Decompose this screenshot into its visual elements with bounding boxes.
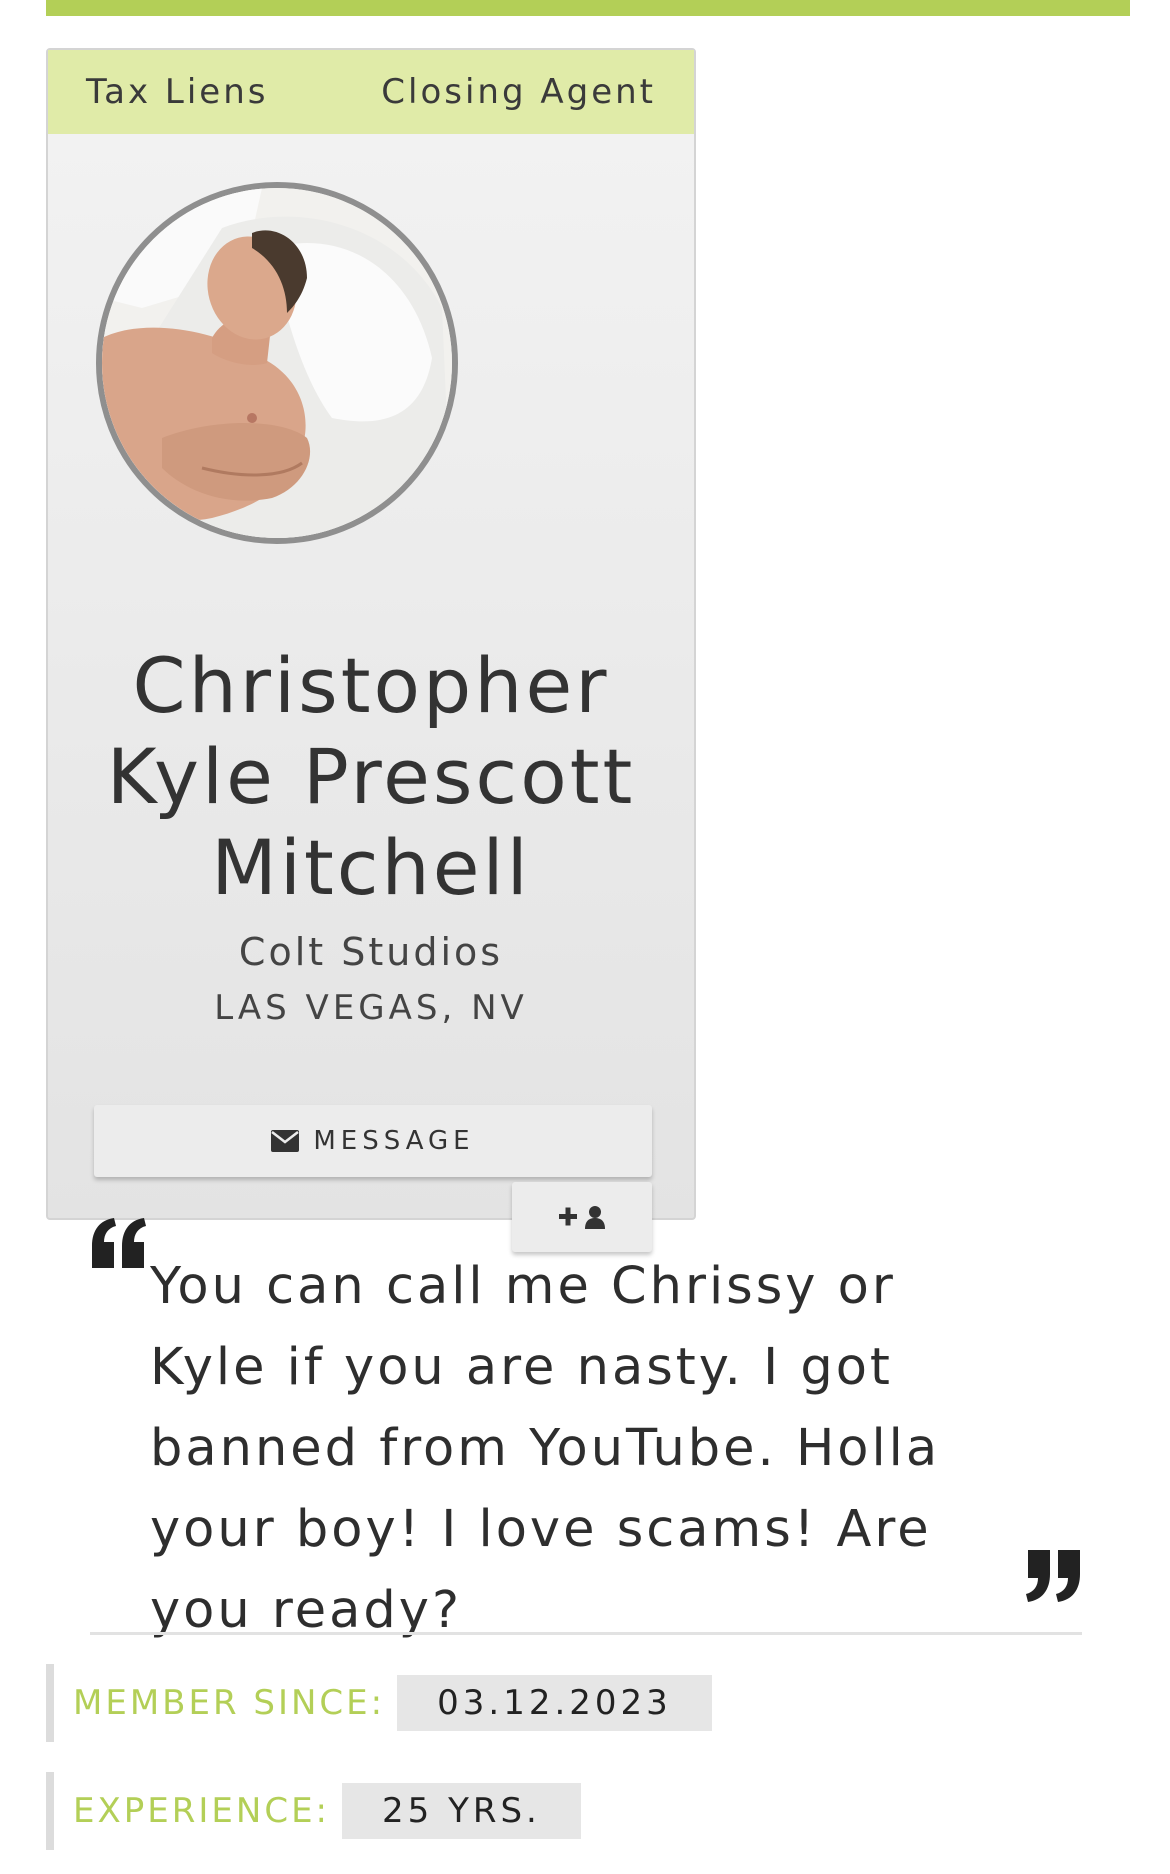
member-since-row: MEMBER SINCE: 03.12.2023 (46, 1664, 712, 1742)
member-since-label: MEMBER SINCE: (73, 1683, 386, 1723)
tab-tax-liens[interactable]: Tax Liens (86, 72, 268, 112)
profile-card: Tax Liens Closing Agent Christopher Kyle… (46, 48, 696, 1252)
divider (90, 1632, 1082, 1635)
open-quote-icon (92, 1218, 146, 1268)
close-quote-icon (1026, 1550, 1080, 1602)
location: LAS VEGAS, NV (214, 988, 528, 1028)
profile-name: Christopher Kyle Prescott Mitchell (48, 640, 694, 913)
profile-name-line: Mitchell (211, 823, 531, 912)
envelope-icon (271, 1130, 300, 1152)
profile-name-line: Kyle Prescott (106, 732, 636, 821)
follow-button[interactable] (512, 1182, 652, 1252)
company-name: Colt Studios (238, 930, 504, 974)
bio-quote-text: You can call me Chrissy or Kyle if you a… (150, 1257, 941, 1640)
message-button-label: MESSAGE (313, 1126, 475, 1156)
top-accent-bar (46, 0, 1130, 16)
profile-name-line: Christopher (132, 641, 610, 730)
plus-user-icon (559, 1206, 605, 1229)
experience-value: 25 YRS. (342, 1783, 581, 1839)
experience-label: EXPERIENCE: (73, 1791, 331, 1831)
card-header-tabs: Tax Liens Closing Agent (48, 50, 694, 134)
experience-row: EXPERIENCE: 25 YRS. (46, 1772, 581, 1850)
message-button[interactable]: MESSAGE (94, 1105, 652, 1177)
avatar-photo (102, 188, 452, 538)
tab-closing-agent[interactable]: Closing Agent (381, 72, 656, 112)
avatar (96, 182, 458, 544)
member-since-value: 03.12.2023 (397, 1675, 712, 1731)
